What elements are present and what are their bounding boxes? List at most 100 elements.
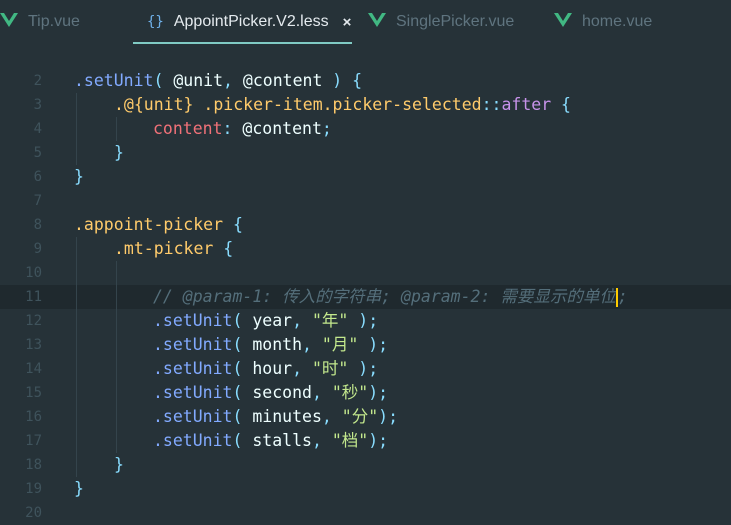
- code-line: 9 .mt-picker {: [0, 237, 731, 261]
- code-line: 4 content: @content;: [0, 117, 731, 141]
- code-line: 14 .setUnit( hour, "时" );: [0, 357, 731, 381]
- code-line: 10: [0, 261, 731, 285]
- line-content: .setUnit( minutes, "分");: [153, 405, 398, 429]
- paren: ): [322, 71, 343, 90]
- paren: (: [232, 407, 243, 426]
- paren-semicolon: );: [348, 359, 379, 378]
- tab-appointpicker-less[interactable]: {} AppointPicker.V2.less ×: [133, 0, 352, 44]
- code-line: 16 .setUnit( minutes, "分");: [0, 405, 731, 429]
- brace: }: [74, 167, 84, 186]
- paren-semicolon: );: [378, 407, 399, 426]
- argument: month: [242, 335, 303, 354]
- variable: @content: [232, 119, 322, 138]
- comma: ,: [311, 431, 322, 450]
- string: "时": [302, 359, 349, 378]
- selector: .picker-item.picker-selected: [193, 95, 482, 114]
- close-icon[interactable]: ×: [343, 14, 352, 31]
- argument: stalls: [242, 431, 312, 450]
- line-number: 5: [33, 145, 42, 161]
- mixin-name: .setUnit: [74, 71, 154, 90]
- indent-guide: [116, 405, 117, 429]
- indent-guide: [76, 357, 77, 381]
- line-number: 11: [25, 289, 42, 305]
- line-number: 18: [25, 457, 42, 473]
- argument: minutes: [242, 407, 322, 426]
- line-number: 12: [25, 313, 42, 329]
- argument: year: [242, 311, 293, 330]
- line-content: .setUnit( hour, "时" );: [153, 357, 378, 381]
- brace: {: [342, 71, 363, 90]
- line-content: .@{unit} .picker-item.picker-selected::a…: [114, 93, 571, 117]
- comma: ,: [292, 311, 303, 330]
- paren: (: [232, 359, 243, 378]
- indent-guide: [116, 261, 117, 285]
- brace: {: [213, 239, 234, 258]
- selector: .appoint-picker: [74, 215, 224, 234]
- indent-guide: [76, 405, 77, 429]
- line-content: .setUnit( second, "秒");: [153, 381, 388, 405]
- pseudo-element: after: [501, 95, 552, 114]
- argument: second: [242, 383, 312, 402]
- string: "档": [321, 431, 369, 450]
- tab-label: home.vue: [582, 13, 653, 30]
- indent-guide: [76, 261, 77, 285]
- colon: :: [222, 119, 233, 138]
- code-line: 17 .setUnit( stalls, "档");: [0, 429, 731, 453]
- tab-label: Tip.vue: [28, 13, 80, 30]
- variable: @content: [232, 71, 323, 90]
- paren: (: [232, 311, 243, 330]
- line-content: }: [74, 477, 84, 501]
- paren: (: [153, 71, 164, 90]
- tab-label: SinglePicker.vue: [396, 13, 515, 30]
- indent-guide: [116, 309, 117, 333]
- paren-semicolon: );: [368, 431, 389, 450]
- string: "月": [311, 335, 359, 354]
- line-number: 14: [25, 361, 42, 377]
- vue-icon: [368, 12, 386, 32]
- indent-guide: [76, 285, 77, 309]
- line-number: 3: [33, 97, 42, 113]
- line-content: // @param-1: 传入的字符串; @param-2: 需要显示的单位;: [153, 285, 628, 309]
- code-line: 3 .@{unit} .picker-item.picker-selected:…: [0, 93, 731, 117]
- line-content: .appoint-picker {: [74, 213, 243, 237]
- comment: ;: [617, 287, 628, 306]
- paren-semicolon: );: [368, 383, 389, 402]
- line-content: .setUnit( stalls, "档");: [153, 429, 388, 453]
- comma: ,: [321, 407, 332, 426]
- line-content: }: [114, 453, 124, 477]
- line-number: 17: [25, 433, 42, 449]
- active-tab-indicator: [133, 42, 352, 44]
- argument: hour: [242, 359, 293, 378]
- tab-bar: Tip.vue {} AppointPicker.V2.less × Singl…: [0, 0, 731, 44]
- line-content: .setUnit( year, "年" );: [153, 309, 378, 333]
- line-number: 19: [25, 481, 42, 497]
- mixin-call: .setUnit: [153, 311, 233, 330]
- line-number: 4: [33, 121, 42, 137]
- code-line: 2 .setUnit( @unit, @content ) {: [0, 69, 731, 93]
- code-line: 19 }: [0, 477, 731, 501]
- comma: ,: [223, 71, 233, 90]
- tab-tip-vue[interactable]: Tip.vue: [0, 0, 80, 44]
- indent-guide: [76, 453, 77, 477]
- comma: ,: [302, 335, 312, 354]
- line-number: 6: [33, 169, 42, 185]
- indent-guide: [76, 237, 77, 261]
- variable: @unit: [163, 71, 224, 90]
- indent-guide: [116, 333, 117, 357]
- paren-semicolon: );: [348, 311, 379, 330]
- code-line: 12 .setUnit( year, "年" );: [0, 309, 731, 333]
- code-editor[interactable]: 2 .setUnit( @unit, @content ) { 3 .@{uni…: [0, 46, 731, 521]
- tab-singlepicker-vue[interactable]: SinglePicker.vue: [368, 0, 514, 44]
- pseudo-colons: ::: [481, 95, 502, 114]
- tab-home-vue[interactable]: home.vue: [554, 0, 652, 44]
- line-number: 20: [25, 505, 42, 521]
- indent-guide: [76, 141, 77, 165]
- line-number: 10: [25, 265, 42, 281]
- indent-guide: [76, 117, 77, 141]
- mixin-call: .setUnit: [153, 335, 233, 354]
- mixin-call: .setUnit: [153, 431, 233, 450]
- line-number: 8: [33, 217, 42, 233]
- brace: {: [551, 95, 571, 114]
- brace: }: [74, 479, 84, 498]
- code-line-current: 11 // @param-1: 传入的字符串; @param-2: 需要显示的单…: [0, 285, 731, 309]
